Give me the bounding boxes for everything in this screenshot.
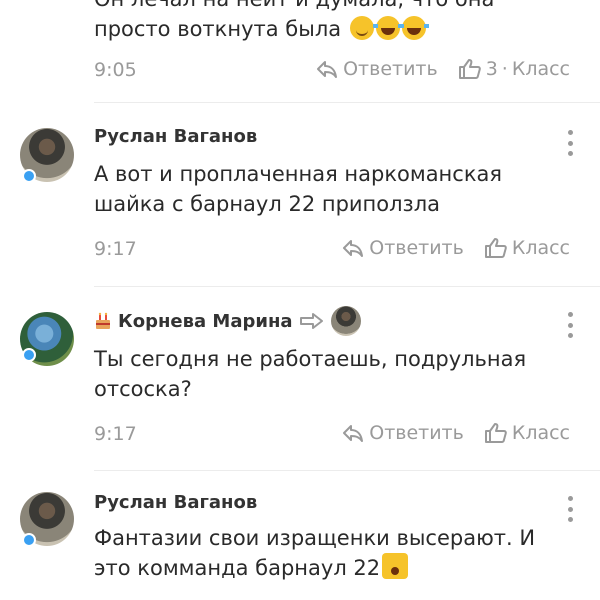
comment-actions: Ответить Класс	[341, 422, 570, 444]
like-separator: ·	[501, 58, 508, 80]
birthday-cake-icon	[94, 312, 112, 330]
like-button[interactable]: 3 · Класс	[458, 58, 570, 80]
like-count: 3	[485, 58, 498, 80]
like-label: Класс	[511, 58, 570, 80]
like-button[interactable]: Класс	[484, 422, 570, 444]
comment-text: Он лечал на нейт и думала, что она прост…	[94, 0, 564, 44]
like-label: Класс	[511, 237, 570, 259]
tears-of-joy-emoji	[398, 16, 429, 40]
reply-button[interactable]: Ответить	[341, 422, 464, 444]
comment-time: 9:17	[94, 423, 137, 445]
comment-text-line: Он лечал на нейт и думала, что она	[94, 0, 564, 14]
comment-author[interactable]: Руслан Ваганов	[94, 126, 257, 147]
reply-to-avatar[interactable]	[330, 306, 361, 336]
comment-actions: Ответить 3 · Класс	[315, 58, 570, 80]
comment-item: Он лечал на нейт и думала, что она прост…	[0, 0, 600, 108]
reply-icon	[341, 422, 365, 444]
like-label: Класс	[511, 422, 570, 444]
comment-item: Руслан Ваганов А вот и проплаченная нарк…	[0, 102, 600, 287]
more-options-icon[interactable]	[566, 312, 574, 338]
reply-icon	[315, 58, 339, 80]
reply-label: Ответить	[369, 422, 464, 444]
online-status-indicator	[22, 533, 36, 547]
reply-button[interactable]: Ответить	[341, 237, 464, 259]
comment-item: Руслан Ваганов Фантазии свои изращенки в…	[0, 470, 600, 600]
more-options-icon[interactable]	[566, 130, 574, 156]
thumbs-up-icon	[458, 58, 482, 80]
fearful-face-emoji	[382, 553, 409, 579]
reply-to-arrow-icon	[299, 311, 325, 331]
tears-of-joy-emoji	[372, 16, 403, 40]
thumbs-up-icon	[484, 422, 508, 444]
thumbs-up-icon	[484, 237, 508, 259]
reply-label: Ответить	[369, 237, 464, 259]
comment-text: А вот и проплаченная наркоманская шайка …	[94, 162, 503, 216]
more-options-icon[interactable]	[566, 496, 574, 522]
like-button[interactable]: Класс	[484, 237, 570, 259]
comment-text-line: просто воткнута была	[94, 14, 564, 44]
online-status-indicator	[22, 169, 36, 183]
reply-label: Ответить	[343, 58, 438, 80]
comment-author[interactable]: Руслан Ваганов	[94, 492, 257, 513]
comment-text: Ты сегодня не работаешь, подрульная отсо…	[94, 347, 527, 401]
reply-icon	[341, 237, 365, 259]
winking-face-emoji	[349, 16, 374, 40]
comment-actions: Ответить Класс	[341, 237, 570, 259]
comment-text: Фантазии свои изращенки высерают. И это …	[94, 526, 536, 580]
comment-time: 9:05	[94, 59, 137, 81]
online-status-indicator	[22, 348, 36, 362]
comment-author[interactable]: Корнева Марина	[94, 306, 361, 336]
reply-button[interactable]: Ответить	[315, 58, 438, 80]
comment-item: Корнева Марина Ты сегодня не работаешь, …	[0, 286, 600, 470]
comment-time: 9:17	[94, 238, 137, 260]
